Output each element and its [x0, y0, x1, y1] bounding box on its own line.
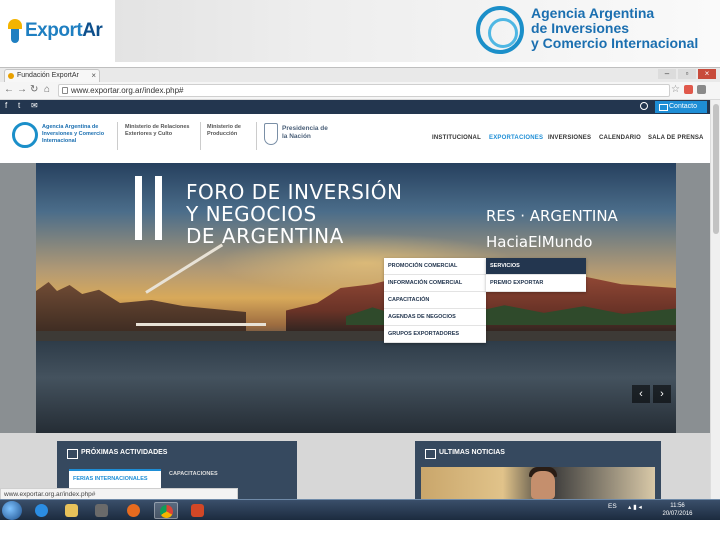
taskbar-firefox[interactable]	[122, 502, 146, 519]
tab-capacitaciones[interactable]: CAPACITACIONES	[169, 471, 218, 477]
nav-exportaciones[interactable]: EXPORTACIONES	[489, 135, 543, 141]
forward-icon[interactable]: →	[17, 84, 27, 95]
taskbar-powerpoint[interactable]	[186, 502, 210, 519]
twitter-icon[interactable]: t	[18, 101, 20, 110]
tab-close-icon[interactable]: ×	[91, 70, 96, 82]
address-bar[interactable]: www.exportar.org.ar/index.php#	[58, 84, 670, 97]
page-scrollbar[interactable]	[710, 100, 720, 502]
minimize-button[interactable]: –	[658, 69, 676, 79]
nav-calendario[interactable]: CALENDARIO	[599, 135, 641, 141]
exportar-mark-icon	[8, 19, 22, 43]
hero-subtitle: RES · ARGENTINA	[486, 207, 618, 225]
news-panel: ULTIMAS NOTICIAS	[415, 441, 661, 502]
email-icon[interactable]: ✉	[31, 101, 38, 110]
media-player-icon	[95, 504, 108, 517]
taskbar-explorer[interactable]	[60, 502, 84, 519]
favicon-icon	[8, 73, 14, 79]
agencia-logo-text: Agencia Argentina de Inversiones y Comer…	[531, 5, 699, 51]
contact-button[interactable]: Contacto	[655, 101, 707, 113]
reload-icon[interactable]: ↻	[30, 84, 38, 95]
browser-tab[interactable]: Fundación ExportAr ×	[4, 69, 100, 82]
slide-header: ExportAr Agencia Argentina de Inversione…	[0, 0, 720, 62]
hero-title: FORO DE INVERSIÓN Y NEGOCIOS DE ARGENTIN…	[186, 180, 403, 248]
back-icon[interactable]: ←	[4, 84, 14, 95]
agency-logo-text: Agencia Argentina de Inversiones y Comer…	[42, 124, 105, 144]
divider	[256, 122, 257, 150]
system-clock[interactable]: 11:56 20/07/2016	[650, 502, 705, 518]
hero-image: FORO DE INVERSIÓN Y NEGOCIOS DE ARGENTIN…	[36, 163, 676, 433]
slide: ExportAr Agencia Argentina de Inversione…	[0, 0, 720, 540]
chrome-icon	[160, 505, 173, 518]
firefox-icon	[127, 504, 140, 517]
menu-agendas-de-negocios[interactable]: AGENDAS DE NEGOCIOS	[384, 309, 486, 326]
tab-bar: Fundación ExportAr × – ▫ ×	[0, 68, 720, 82]
menu-grupos-exportadores[interactable]: GRUPOS EXPORTADORES	[384, 326, 486, 343]
home-icon[interactable]: ⌂	[44, 84, 50, 95]
exportar-logo: ExportAr	[8, 14, 118, 48]
address-text: www.exportar.org.ar/index.php#	[71, 86, 184, 95]
page-icon	[62, 87, 68, 94]
menu-informacion-comercial[interactable]: INFORMACIÓN COMERCIAL	[384, 275, 486, 292]
slider-next-icon[interactable]: ›	[653, 385, 671, 403]
agency-logo-icon[interactable]	[12, 122, 38, 148]
language-indicator[interactable]: ES	[608, 503, 617, 510]
divider	[117, 122, 118, 150]
divider	[200, 122, 201, 150]
ministry-produccion: Ministerio de Producción	[207, 124, 241, 137]
taskbar-chrome[interactable]	[154, 502, 178, 519]
news-photo[interactable]	[421, 467, 655, 502]
nav-inversiones[interactable]: INVERSIONES	[548, 135, 591, 141]
agencia-logo: Agencia Argentina de Inversiones y Comer…	[476, 4, 720, 56]
powerpoint-icon	[191, 504, 204, 517]
site-topbar: f t ✉ Contacto	[0, 100, 710, 114]
national-shield-icon	[264, 123, 278, 145]
menu-icon[interactable]	[697, 85, 706, 94]
window-controls: – ▫ ×	[658, 69, 716, 79]
menu-servicios[interactable]: SERVICIOS	[486, 258, 586, 275]
close-window-button[interactable]: ×	[698, 69, 716, 79]
maximize-button[interactable]: ▫	[678, 69, 696, 79]
slider-prev-icon[interactable]: ‹	[632, 385, 650, 403]
clock-date: 20/07/2016	[662, 511, 693, 517]
taskbar-media[interactable]	[90, 502, 114, 519]
menu-premio-exportar[interactable]: PREMIO EXPORTAR	[486, 275, 586, 292]
menu-capacitacion[interactable]: CAPACITACIÓN	[384, 292, 486, 309]
tab-title: Fundación ExportAr	[17, 72, 79, 79]
presidency-label: Presidencia de la Nación	[282, 125, 328, 140]
ministry-relaciones: Ministerio de Relaciones Exteriores y Cu…	[125, 124, 190, 137]
servicios-submenu: SERVICIOS PREMIO EXPORTAR	[486, 258, 586, 292]
scroll-thumb[interactable]	[713, 104, 719, 234]
taskbar-ie[interactable]	[30, 502, 54, 519]
forum-logo-icon	[131, 176, 167, 240]
search-icon[interactable]	[640, 102, 648, 110]
menu-promocion-comercial[interactable]: PROMOCIÓN COMERCIAL	[384, 258, 486, 275]
extension-icon[interactable]	[684, 85, 693, 94]
taskbar: ES ▴ ▮ ◂ 11:56 20/07/2016	[0, 499, 720, 520]
ie-icon	[35, 504, 48, 517]
nav-institucional[interactable]: INSTITUCIONAL	[432, 135, 481, 141]
hero-hashtag: HaciaElMundo	[486, 233, 593, 251]
news-title: ULTIMAS NOTICIAS	[425, 449, 505, 459]
folder-icon	[65, 504, 78, 517]
exportaciones-dropdown: PROMOCIÓN COMERCIAL INFORMACIÓN COMERCIA…	[384, 258, 486, 343]
agencia-circle-icon	[476, 6, 524, 54]
hero-banner: FORO DE INVERSIÓN Y NEGOCIOS DE ARGENTIN…	[0, 163, 710, 433]
exportar-logo-text: ExportAr	[25, 20, 103, 41]
tray-icons[interactable]: ▴ ▮ ◂	[628, 503, 642, 511]
browser-toolbar: ← → ↻ ⌂ www.exportar.org.ar/index.php# ☆	[0, 82, 720, 100]
clock-time: 11:56	[670, 503, 685, 509]
activities-title: PRÓXIMAS ACTIVIDADES	[67, 449, 167, 459]
nav-sala-de-prensa[interactable]: SALA DE PRENSA	[648, 135, 704, 141]
browser-window: Fundación ExportAr × – ▫ × ← → ↻ ⌂ www.e…	[0, 67, 720, 502]
hero-side-left	[0, 163, 36, 433]
start-button[interactable]	[2, 501, 22, 520]
hero-side-right	[676, 163, 710, 433]
facebook-icon[interactable]: f	[5, 101, 7, 110]
bookmark-star-icon[interactable]: ☆	[671, 84, 680, 95]
site-header: Agencia Argentina de Inversiones y Comer…	[0, 114, 710, 163]
